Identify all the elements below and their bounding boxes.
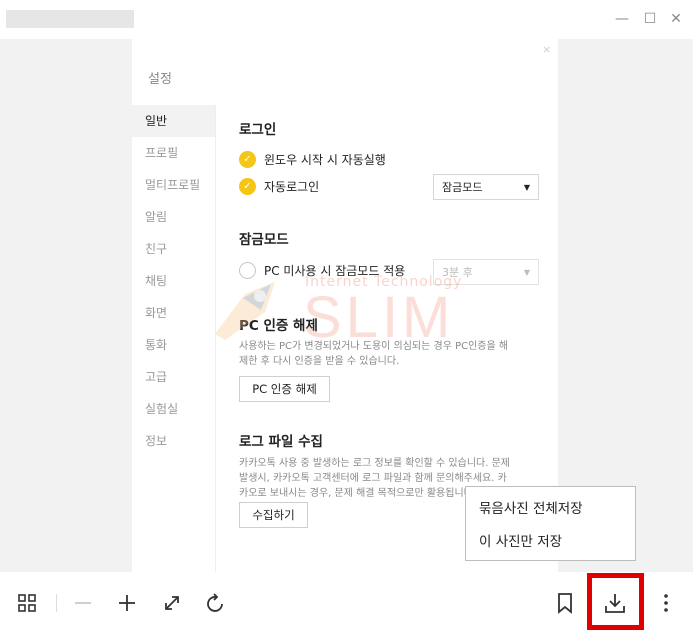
toolbar-divider [56, 594, 57, 612]
select-value: 잠금모드 [442, 181, 483, 194]
save-popup-menu: 묶음사진 전체저장 이 사진만 저장 [465, 486, 636, 561]
section-title-log: 로그 파일 수집 [239, 434, 323, 450]
window-title [6, 10, 134, 28]
sidebar-item-call: 통화 [145, 338, 168, 352]
checkmark-icon: ✓ [239, 178, 256, 195]
grid-icon[interactable] [16, 592, 38, 614]
description-line: 사용하는 PC가 변경되었거나 도용이 의심되는 경우 PC인증을 해 [239, 341, 509, 352]
option-autostart: ✓ 윈도우 시작 시 자동실행 [239, 151, 386, 168]
pc-auth-reset-button: PC 인증 해제 [239, 376, 330, 402]
settings-sidebar: 일반 프로필 멀티프로필 알림 친구 채팅 화면 통화 고급 실험실 정보 [132, 105, 216, 572]
rotate-icon[interactable] [205, 592, 227, 614]
checkmark-icon: ✓ [239, 151, 256, 168]
section-title-pc-auth: PC 인증 해제 [239, 318, 318, 334]
maximize-icon: ☐ [643, 11, 657, 27]
section-title-login: 로그인 [239, 122, 277, 138]
more-icon[interactable] [655, 592, 677, 614]
expand-icon[interactable] [161, 592, 183, 614]
sidebar-item-notifications: 알림 [145, 210, 168, 224]
menu-item-save-this[interactable]: 이 사진만 저장 [479, 530, 562, 550]
option-label: 자동로그인 [264, 180, 320, 194]
minimize-icon: — [615, 11, 629, 27]
zoom-out-icon[interactable] [72, 592, 94, 614]
collect-logs-button: 수집하기 [239, 502, 308, 528]
sidebar-item-profile: 프로필 [145, 146, 179, 160]
menu-item-save-all[interactable]: 묶음사진 전체저장 [479, 497, 583, 517]
sidebar-item-general: 일반 [132, 105, 215, 137]
bookmark-icon[interactable] [554, 592, 576, 614]
description-line: 제한 후 다시 인증을 받을 수 있습니다. [239, 356, 400, 367]
sidebar-item-info: 정보 [145, 434, 168, 448]
sidebar-item-lab: 실험실 [145, 402, 179, 416]
caret-down-icon: ▼ [523, 268, 530, 277]
caret-down-icon: ▼ [523, 183, 530, 192]
pc-auth-description: 사용하는 PC가 변경되었거나 도용이 의심되는 경우 PC인증을 해 제한 후… [239, 339, 539, 369]
select-value: 3분 후 [442, 266, 473, 279]
unchecked-icon [239, 262, 256, 279]
sidebar-item-display: 화면 [145, 306, 168, 320]
description-line: 발생시, 카카오톡 고객센터에 로그 파일과 함께 문의해주세요. 카 [239, 473, 507, 484]
close-button[interactable]: ✕ [664, 8, 688, 30]
maximize-button[interactable]: ☐ [638, 8, 662, 30]
settings-close-icon: × [542, 43, 552, 56]
section-title-lock: 잠금모드 [239, 232, 289, 248]
autologin-select: 잠금모드 ▼ [433, 174, 539, 200]
option-autologin: ✓ 자동로그인 [239, 178, 319, 195]
sidebar-item-advanced: 고급 [145, 370, 168, 384]
sidebar-item-multiprofile: 멀티프로필 [145, 178, 201, 192]
minimize-button[interactable]: — [610, 8, 634, 30]
sidebar-item-friends: 친구 [145, 242, 168, 256]
option-label: PC 미사용 시 잠금모드 적용 [264, 264, 406, 278]
download-highlight-box [587, 573, 644, 630]
lock-time-select: 3분 후 ▼ [433, 259, 539, 285]
sidebar-item-chat: 채팅 [145, 274, 168, 288]
option-label: 윈도우 시작 시 자동실행 [264, 153, 386, 167]
option-lock-idle: PC 미사용 시 잠금모드 적용 [239, 262, 405, 279]
settings-title: 설정 [148, 72, 172, 87]
zoom-in-icon[interactable] [116, 592, 138, 614]
description-line: 카카오톡 사용 중 발생하는 로그 정보를 확인할 수 있습니다. 문제 [239, 458, 510, 469]
close-icon: ✕ [670, 11, 682, 27]
